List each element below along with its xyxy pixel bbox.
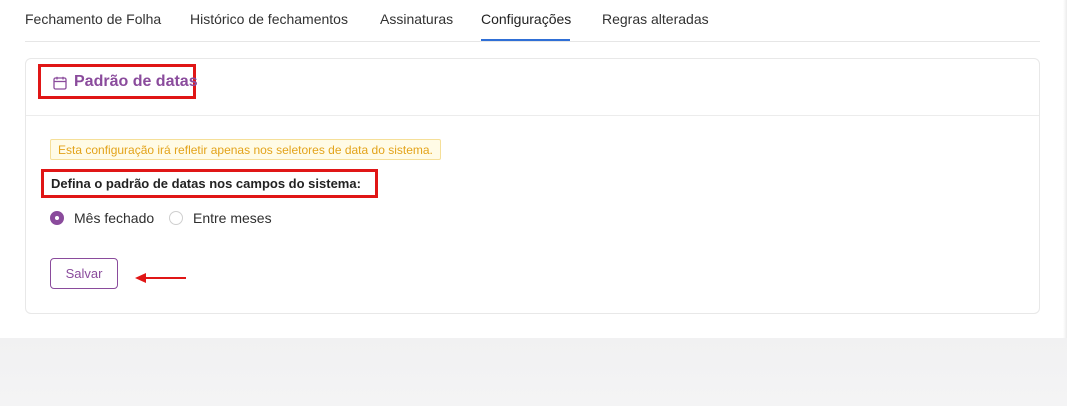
- date-pattern-question: Defina o padrão de datas nos campos do s…: [51, 176, 361, 191]
- radio-unselected-indicator[interactable]: [169, 211, 183, 225]
- title-highlight-box: Padrão de datas: [38, 64, 198, 99]
- date-pattern-card: Padrão de datas Esta configuração irá re…: [25, 58, 1040, 314]
- radio-selected-indicator[interactable]: [50, 211, 64, 225]
- save-button[interactable]: Salvar: [50, 258, 118, 289]
- active-tab-indicator: [481, 39, 570, 41]
- radio-entre-meses-label: Entre meses: [193, 210, 272, 226]
- tab-historico-de-fechamentos[interactable]: Histórico de fechamentos: [190, 11, 348, 27]
- card-header: Padrão de datas: [26, 59, 1039, 116]
- red-arrow-annotation: [135, 273, 186, 283]
- card-title: Padrão de datas: [74, 73, 198, 90]
- tab-assinaturas[interactable]: Assinaturas: [380, 11, 453, 27]
- main-page: Fechamento de Folha Histórico de fechame…: [0, 0, 1067, 338]
- page-background-footer: [0, 338, 1067, 406]
- calendar-icon: [53, 76, 67, 90]
- tab-bar: Fechamento de Folha Histórico de fechame…: [25, 0, 1040, 42]
- tab-configuracoes[interactable]: Configurações: [481, 11, 571, 27]
- tab-regras-alteradas[interactable]: Regras alteradas: [602, 11, 709, 27]
- question-highlight-box: Defina o padrão de datas nos campos do s…: [41, 169, 378, 198]
- right-edge-shadow: [1063, 0, 1067, 338]
- radio-mes-fechado-label: Mês fechado: [74, 210, 155, 226]
- info-notice: Esta configuração irá refletir apenas no…: [50, 139, 441, 160]
- tab-fechamento-de-folha[interactable]: Fechamento de Folha: [25, 11, 161, 27]
